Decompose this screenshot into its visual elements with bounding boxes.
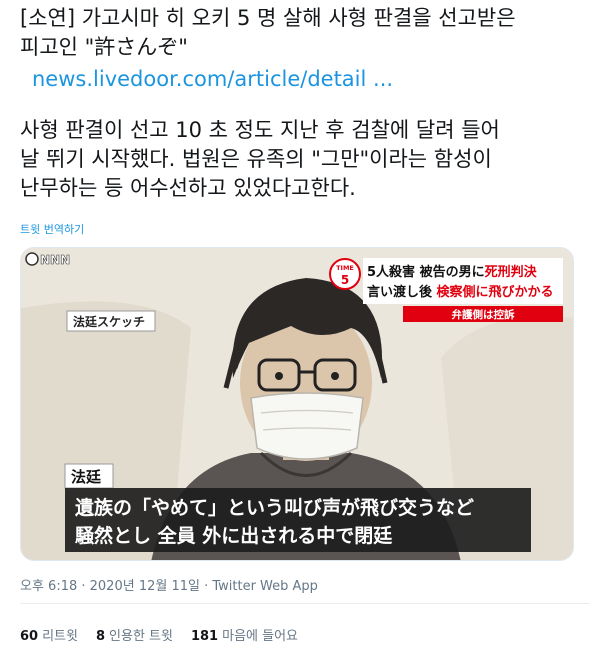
headline-1-highlight: 死刑判決 <box>485 264 538 280</box>
eye-left <box>275 372 283 380</box>
time-badge-label: TIME <box>336 264 354 272</box>
retweets-count: 60 <box>20 629 39 644</box>
tweet-line: 사형 판결이 선고 10 초 정도 지난 후 검찰에 달려 들어 <box>20 118 500 142</box>
article-link[interactable]: news.livedoor.com/article/detail ... <box>32 65 590 94</box>
headline-2-text: 言い渡し後 <box>367 284 437 300</box>
quotes-stat[interactable]: 8 인용한 트윗 <box>96 625 173 644</box>
nnn-logo-text: NNN <box>40 253 70 267</box>
quotes-count: 8 <box>95 629 106 644</box>
news-screenshot: NNN 法廷スケッチ TIME 5 5人殺害 被告の男に死刑判決 言い渡し後 検… <box>21 248 573 560</box>
headline-line-3: 弁護側は控訴 <box>452 308 515 321</box>
divider <box>20 603 590 604</box>
tweet-line: 난무하는 등 어수선하고 있었다고한다. <box>20 176 356 200</box>
time-badge: TIME 5 <box>329 258 361 290</box>
nnn-logo-mark <box>25 252 39 266</box>
likes-stat[interactable]: 181 마음에 들어요 <box>191 625 298 644</box>
tweet-line: [소연] 가고시마 히 오키 5 명 살해 사형 판결을 선고받은 <box>20 6 516 30</box>
face-mask <box>250 392 364 460</box>
tweet-line: 피고인 "許さんぞ" <box>20 35 188 59</box>
eye-right <box>331 372 339 380</box>
headline-line-2: 言い渡し後 検察側に飛びかかる <box>367 284 554 300</box>
sketch-label: 法廷スケッチ <box>73 314 145 329</box>
likes-count: 181 <box>190 629 219 644</box>
nnn-logo: NNN <box>25 252 70 267</box>
headline-1-text: 5人殺害 被告の男に <box>367 264 485 280</box>
tweet-text: [소연] 가고시마 히 오키 5 명 살해 사형 판결을 선고받은 피고인 "許… <box>20 4 590 203</box>
headline-line-1: 5人殺害 被告の男に死刑判決 <box>367 264 538 280</box>
location-label: 法廷 <box>71 468 102 486</box>
caption-box: 遺族の「やめて」という叫び声が飛び交うなど 騒然とし 全員 外に出される中で閉廷 <box>65 488 531 552</box>
quotes-label: 인용한 트윗 <box>109 629 173 644</box>
tweet-stats: 60 리트윗 8 인용한 트윗 181 마음에 들어요 <box>20 625 298 644</box>
retweets-stat[interactable]: 60 리트윗 <box>20 625 78 644</box>
caption-line-2: 騒然とし 全員 外に出される中で閉廷 <box>75 524 393 547</box>
location-label-box: 法廷 <box>64 463 114 489</box>
headline-2-highlight: 検察側に飛びかかる <box>437 284 554 300</box>
tweet-timestamp[interactable]: 오후 6:18 · 2020년 12월 11일 · Twitter Web Ap… <box>20 575 318 594</box>
tweet-media[interactable]: NNN 法廷スケッチ TIME 5 5人殺害 被告の男に死刑判決 言い渡し後 検… <box>20 247 574 561</box>
translate-tweet-link[interactable]: 트윗 번역하기 <box>20 221 84 237</box>
time-badge-number: 5 <box>341 273 349 287</box>
sketch-label-box: 法廷スケッチ <box>66 310 156 332</box>
caption-line-1: 遺族の「やめて」という叫び声が飛び交うなど <box>75 496 474 519</box>
retweets-label: 리트윗 <box>42 629 78 644</box>
tweet-line: 날 뛰기 시작했다. 법원은 유족의 "그만"이라는 함성이 <box>20 147 492 171</box>
likes-label: 마음에 들어요 <box>222 629 299 644</box>
